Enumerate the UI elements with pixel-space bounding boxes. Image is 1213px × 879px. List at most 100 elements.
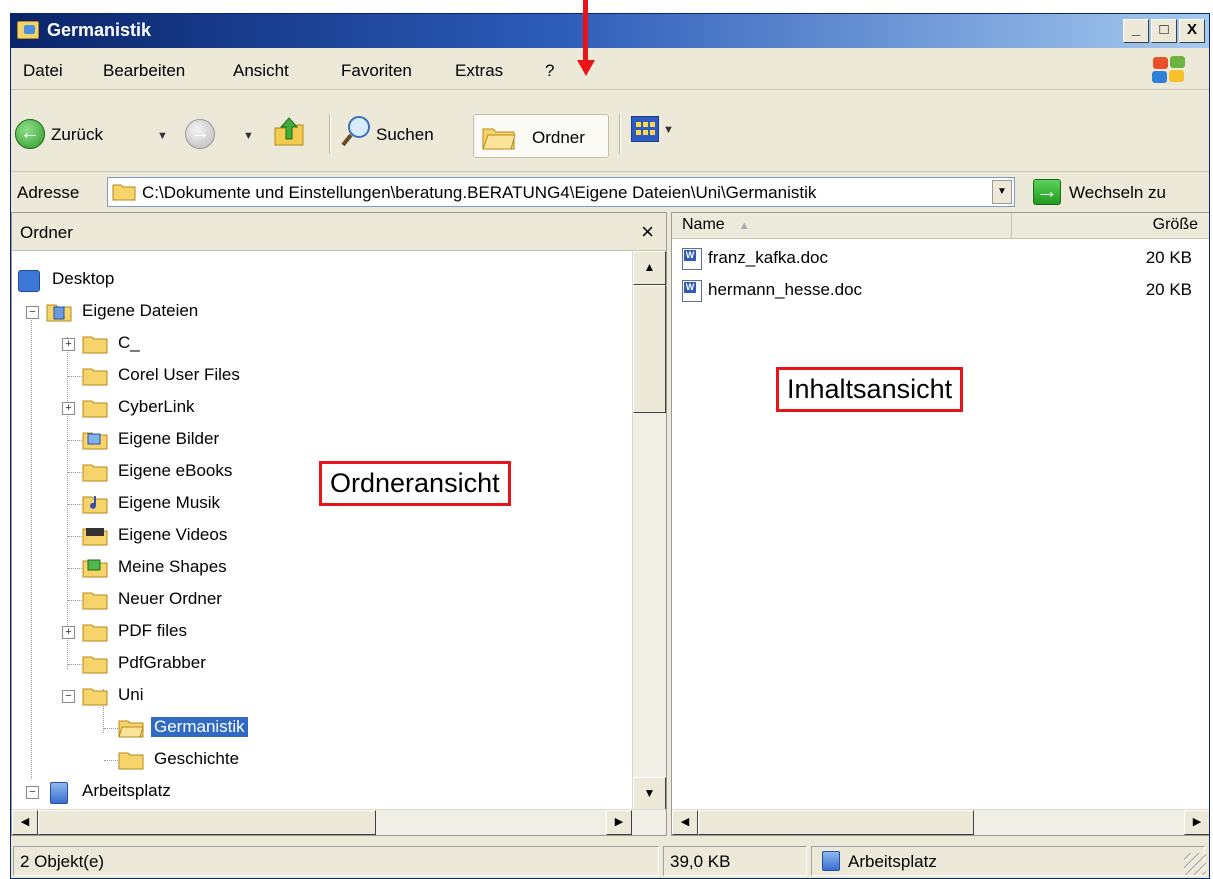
explorer-window: Germanistik _ □ X Datei Bearbeiten Ansic… — [10, 13, 1210, 879]
column-size-header[interactable]: Größe — [1012, 213, 1209, 239]
file-row[interactable]: hermann_hesse.doc 20 KB — [682, 277, 1192, 305]
title-bar[interactable]: Germanistik _ □ X — [11, 14, 1209, 48]
status-bar: 2 Objekt(e) 39,0 KB Arbeitsplatz — [11, 842, 1209, 878]
magnifier-icon[interactable] — [341, 114, 373, 148]
annotation-content-view: Inhaltsansicht — [776, 367, 964, 412]
menu-bar: Datei Bearbeiten Ansicht Favoriten Extra… — [11, 50, 1209, 90]
toolbar-separator — [329, 114, 331, 154]
videos-folder-icon — [82, 528, 108, 546]
resize-grip[interactable] — [1184, 853, 1206, 875]
scroll-right-icon[interactable]: ▶ — [606, 810, 632, 835]
address-label: Adresse — [17, 183, 80, 202]
column-name-header[interactable]: Name ▲ — [672, 213, 1012, 239]
caption-buttons: _ □ X — [1123, 19, 1205, 43]
address-dropdown-icon[interactable]: ▼ — [992, 180, 1012, 204]
annotation-folder-view: Ordneransicht — [319, 461, 511, 506]
folders-icon — [482, 128, 516, 150]
folder-icon — [82, 592, 108, 610]
music-folder-icon — [82, 496, 108, 514]
folder-icon — [82, 688, 108, 706]
tree-line — [68, 504, 82, 505]
standard-toolbar: ← Zurück ▼ → ▼ Suchen Ordner ▼ — [11, 92, 1209, 172]
folder-icon — [82, 656, 108, 674]
folder-icon — [82, 400, 108, 418]
content-pane-horizontal-scrollbar[interactable]: ◀ ▶ — [672, 809, 1209, 835]
scroll-left-icon[interactable]: ◀ — [12, 810, 38, 835]
windows-logo-icon — [1151, 55, 1187, 85]
tree-line — [68, 536, 82, 537]
views-icon[interactable] — [631, 116, 659, 142]
scroll-left-icon[interactable]: ◀ — [672, 810, 698, 835]
tree-line — [68, 568, 82, 569]
maximize-button[interactable]: □ — [1151, 19, 1177, 43]
file-size: 20 KB — [1145, 248, 1192, 267]
scroll-thumb[interactable] — [633, 285, 666, 413]
collapse-icon[interactable]: − — [26, 306, 39, 319]
annotation-arrow — [583, 0, 588, 66]
folders-button[interactable]: Ordner — [473, 114, 609, 158]
address-bar: Adresse C:\Dokumente und Einstellungen\b… — [11, 174, 1209, 210]
menu-bearbeiten[interactable]: Bearbeiten — [103, 61, 185, 81]
tree-line — [68, 472, 82, 473]
file-name: hermann_hesse.doc — [708, 280, 863, 299]
tree-line — [31, 309, 32, 779]
back-dropdown-icon[interactable]: ▼ — [157, 130, 168, 142]
toolbar-separator — [619, 114, 621, 154]
address-input[interactable]: C:\Dokumente und Einstellungen\beratung.… — [107, 177, 1015, 207]
desktop-icon — [18, 270, 40, 292]
forward-dropdown-icon[interactable]: ▼ — [243, 130, 254, 142]
folder-pane-header: Ordner × — [12, 213, 666, 251]
status-location: Arbeitsplatz — [811, 846, 1205, 876]
go-arrow-icon[interactable]: → — [1033, 179, 1061, 205]
scroll-right-icon[interactable]: ▶ — [1184, 810, 1209, 835]
collapse-icon[interactable]: − — [62, 690, 75, 703]
expand-icon[interactable]: + — [62, 338, 75, 351]
word-document-icon — [682, 280, 702, 302]
my-computer-icon — [822, 851, 840, 871]
folder-icon — [112, 184, 136, 201]
folder-tree: Desktop − Eigene Dateien + C_ Corel User… — [12, 251, 634, 811]
folder-icon — [82, 624, 108, 642]
menu-extras[interactable]: Extras — [455, 61, 503, 81]
folder-pane-vertical-scrollbar[interactable]: ▲ ▼ — [632, 251, 666, 811]
forward-arrow-icon[interactable]: → — [185, 119, 215, 149]
expand-icon[interactable]: + — [62, 402, 75, 415]
content-pane: Name▲ Größe franz_kafka.doc 20 KB herman… — [671, 212, 1209, 836]
folder-icon — [82, 464, 108, 482]
close-button[interactable]: X — [1179, 19, 1205, 43]
menu-ansicht[interactable]: Ansicht — [233, 61, 289, 81]
folder-icon — [82, 368, 108, 386]
expand-icon[interactable]: + — [62, 626, 75, 639]
folder-icon — [118, 752, 144, 770]
folder-pane-title: Ordner — [20, 223, 73, 242]
tree-line — [104, 760, 118, 761]
views-dropdown-icon[interactable]: ▼ — [663, 124, 674, 136]
go-button-label[interactable]: Wechseln zu — [1069, 183, 1166, 203]
file-size: 20 KB — [1145, 280, 1192, 299]
search-button-label[interactable]: Suchen — [376, 125, 434, 145]
folders-button-label: Ordner — [532, 128, 585, 147]
status-object-count: 2 Objekt(e) — [13, 846, 659, 876]
scroll-thumb[interactable] — [38, 810, 376, 835]
folder-pane: Ordner × Desktop − Eigene Dateien + C_ C… — [11, 212, 667, 836]
back-arrow-icon[interactable]: ← — [15, 119, 45, 149]
tree-line — [68, 664, 82, 665]
back-button-label[interactable]: Zurück — [51, 125, 103, 145]
annotation-arrow-head — [577, 60, 595, 76]
folder-up-icon[interactable] — [273, 114, 305, 148]
open-folder-icon — [118, 720, 144, 738]
scroll-up-icon[interactable]: ▲ — [633, 251, 666, 285]
tree-line — [68, 600, 82, 601]
minimize-button[interactable]: _ — [1123, 19, 1149, 43]
menu-favoriten[interactable]: Favoriten — [341, 61, 412, 81]
scroll-thumb[interactable] — [698, 810, 974, 835]
address-value: C:\Dokumente und Einstellungen\beratung.… — [142, 183, 817, 202]
file-row[interactable]: franz_kafka.doc 20 KB — [682, 245, 1192, 273]
folder-pane-horizontal-scrollbar[interactable]: ◀ ▶ — [12, 809, 666, 835]
close-icon[interactable]: × — [641, 219, 654, 245]
collapse-icon[interactable]: − — [26, 786, 39, 799]
menu-help[interactable]: ? — [545, 61, 554, 81]
menu-datei[interactable]: Datei — [23, 61, 63, 81]
window-title: Germanistik — [47, 20, 152, 40]
scroll-down-icon[interactable]: ▼ — [633, 777, 666, 811]
